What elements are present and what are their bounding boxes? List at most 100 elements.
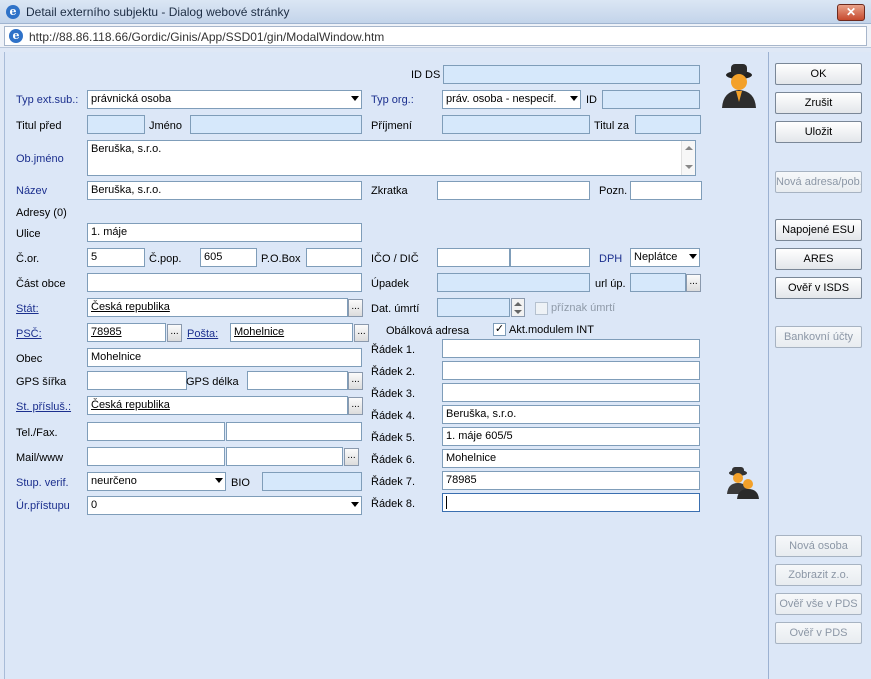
pobox-field[interactable] [306, 248, 362, 267]
id-field[interactable] [602, 90, 700, 109]
url-up-browse-button[interactable]: ... [686, 274, 701, 292]
psc-browse-button[interactable]: ... [167, 324, 182, 342]
zobrazit-zo-button[interactable]: Zobrazit z.o. [775, 564, 862, 586]
posta-field[interactable]: Mohelnice [230, 323, 353, 342]
fax-field[interactable] [226, 422, 362, 441]
dat-umrti-spinner[interactable] [511, 298, 525, 317]
ok-button[interactable]: OK [775, 63, 862, 85]
ulozit-button[interactable]: Uložit [775, 121, 862, 143]
over-pds-button[interactable]: Ověř v PDS [775, 622, 862, 644]
radek-8-field[interactable] [442, 493, 700, 512]
titul-za-label: Titul za [594, 120, 630, 132]
ulice-field[interactable]: 1. máje [87, 223, 362, 242]
radek-2-field[interactable] [442, 361, 700, 380]
st-prislus-label[interactable]: St. přísluš.: [16, 401, 71, 413]
mail-field[interactable] [87, 447, 225, 466]
radek-2-label: Řádek 2. [371, 366, 416, 378]
pozn-field[interactable] [630, 181, 702, 200]
obec-field[interactable]: Mohelnice [87, 348, 362, 367]
bio-field[interactable] [262, 472, 362, 491]
akt-modulem-checkbox[interactable]: ✓ [493, 323, 506, 336]
close-button[interactable]: ✕ [837, 4, 865, 21]
scroll-up-icon [685, 146, 693, 150]
posta-value: Mohelnice [234, 326, 285, 338]
dic-field[interactable] [510, 248, 590, 267]
jmeno-field[interactable] [190, 115, 362, 134]
dat-umrti-field[interactable] [437, 298, 510, 317]
ur-pristupu-value: 0 [91, 499, 98, 511]
obec-label: Obec [16, 353, 43, 365]
over-vse-pds-button[interactable]: Ověř vše v PDS [775, 593, 862, 615]
radek-1-label: Řádek 1. [371, 344, 416, 356]
ico-field[interactable] [437, 248, 510, 267]
ur-pristupu-label: Úr.přístupu [16, 500, 70, 512]
ares-button[interactable]: ARES [775, 248, 862, 270]
chevron-down-icon [689, 254, 697, 259]
cpop-field[interactable]: 605 [200, 248, 257, 267]
dph-select[interactable]: Neplátce [630, 248, 700, 267]
address-field[interactable]: e http://88.86.118.66/Gordic/Ginis/App/S… [4, 26, 867, 46]
stat-label[interactable]: Stát: [16, 303, 39, 315]
st-prislus-field[interactable]: Česká republika [87, 396, 348, 415]
stat-field[interactable]: Česká republika [87, 298, 348, 317]
st-prislus-value: Česká republika [91, 399, 170, 411]
zkratka-label: Zkratka [371, 185, 408, 197]
radek-4-field[interactable]: Beruška, s.r.o. [442, 405, 700, 424]
tel-field[interactable] [87, 422, 225, 441]
typ-org-label: Typ org.: [371, 94, 414, 106]
jmeno-label: Jméno [149, 120, 183, 132]
upadek-label: Úpadek [371, 278, 409, 290]
radek-6-field[interactable]: Mohelnice [442, 449, 700, 468]
stup-verif-select[interactable]: neurčeno [87, 472, 226, 491]
radek-5-field[interactable]: 1. máje 605/5 [442, 427, 700, 446]
zkratka-field[interactable] [437, 181, 590, 200]
posta-browse-button[interactable]: ... [354, 324, 369, 342]
scroll-down-icon [685, 165, 693, 169]
ur-pristupu-select[interactable]: 0 [87, 496, 362, 515]
priznak-umrti-checkbox[interactable] [535, 302, 548, 315]
bio-label: BIO [231, 477, 250, 489]
nova-adresa-button[interactable]: Nová adresa/pob. [775, 171, 862, 193]
priznak-umrti-label: příznak úmrtí [551, 302, 616, 314]
www-field[interactable] [226, 447, 343, 466]
upadek-field[interactable] [437, 273, 590, 292]
radek-3-field[interactable] [442, 383, 700, 402]
chevron-down-icon [351, 502, 359, 507]
zrusit-button[interactable]: Zrušit [775, 92, 862, 114]
textarea-scrollbar[interactable] [681, 141, 695, 175]
form-panel: ID DS Typ ext.sub.: právnická osoba Typ … [4, 52, 768, 679]
titul-za-field[interactable] [635, 115, 701, 134]
nova-osoba-button[interactable]: Nová osoba [775, 535, 862, 557]
posta-label[interactable]: Pošta: [187, 328, 218, 340]
objmeno-textarea[interactable]: Beruška, s.r.o. [87, 140, 696, 176]
bankovni-ucty-button[interactable]: Bankovní účty [775, 326, 862, 348]
st-prislus-browse-button[interactable]: ... [348, 397, 363, 415]
ie-icon: e [6, 5, 20, 19]
typ-org-select[interactable]: práv. osoba - nespecif. [442, 90, 581, 109]
url-up-field[interactable] [630, 273, 686, 292]
gps-sirka-field[interactable] [87, 371, 187, 390]
www-browse-button[interactable]: ... [344, 448, 359, 466]
prijmeni-field[interactable] [442, 115, 590, 134]
persons-group-icon[interactable] [725, 466, 759, 500]
psc-label[interactable]: PSČ: [16, 328, 42, 340]
ulice-label: Ulice [16, 228, 41, 240]
napojene-esu-button[interactable]: Napojené ESU [775, 219, 862, 241]
titul-pred-field[interactable] [87, 115, 145, 134]
cast-obce-field[interactable] [87, 273, 362, 292]
stat-browse-button[interactable]: ... [348, 299, 363, 317]
id-ds-label: ID DS [411, 69, 441, 81]
nazev-field[interactable]: Beruška, s.r.o. [87, 181, 362, 200]
radek-1-field[interactable] [442, 339, 700, 358]
gps-delka-field[interactable] [247, 371, 348, 390]
window-title: Detail externího subjektu - Dialog webov… [26, 5, 290, 19]
stup-verif-label: Stup. verif. [16, 477, 69, 489]
psc-field[interactable]: 78985 [87, 323, 166, 342]
radek-7-field[interactable]: 78985 [442, 471, 700, 490]
stup-verif-value: neurčeno [91, 475, 137, 487]
id-ds-field[interactable] [443, 65, 700, 84]
gps-browse-button[interactable]: ... [348, 372, 363, 390]
cor-field[interactable]: 5 [87, 248, 145, 267]
typ-ext-sub-select[interactable]: právnická osoba [87, 90, 362, 109]
over-isds-button[interactable]: Ověř v ISDS [775, 277, 862, 299]
